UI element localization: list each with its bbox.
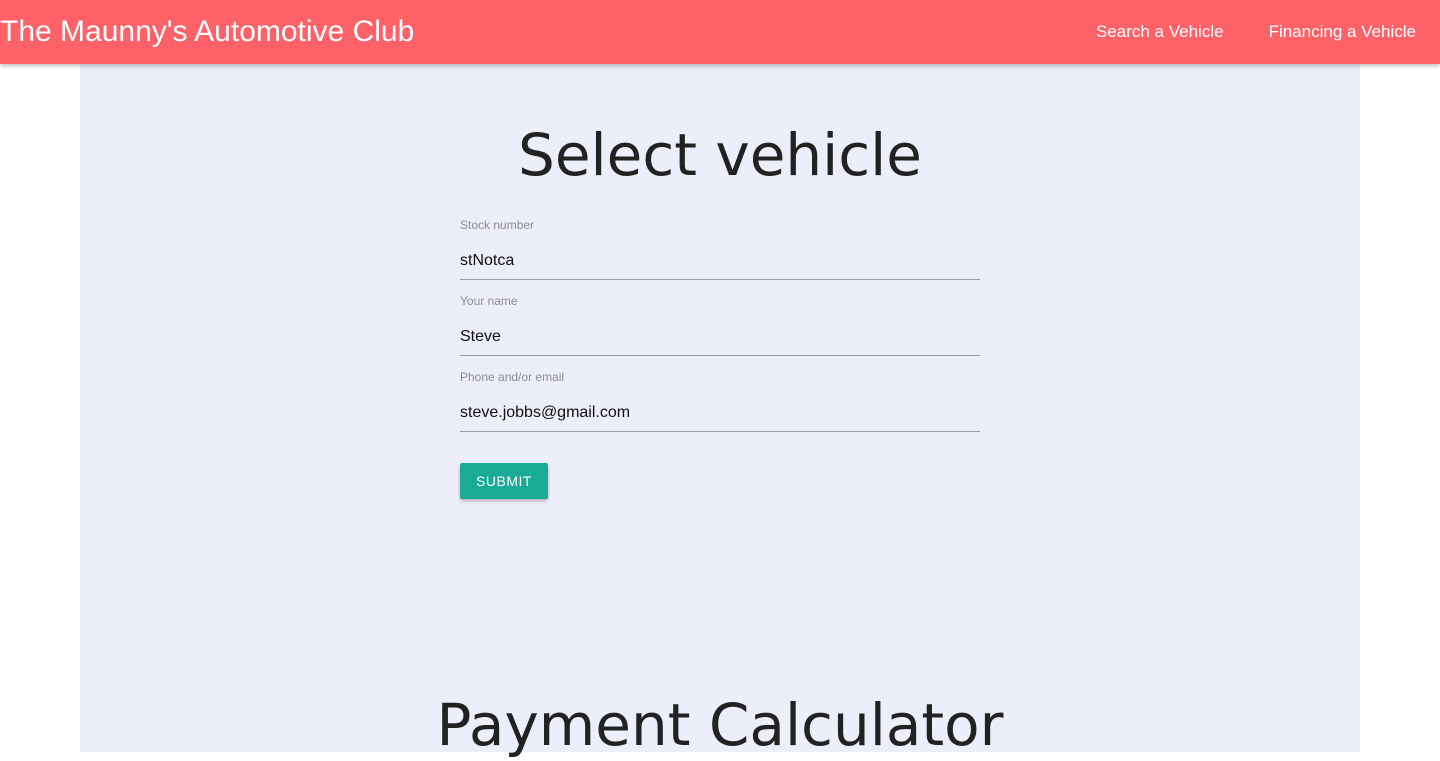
submit-button[interactable]: SUBMIT [460, 463, 548, 499]
stock-number-input[interactable] [460, 242, 980, 280]
select-vehicle-form: Stock number Your name Phone and/or emai… [460, 216, 980, 499]
nav-link-search-vehicle[interactable]: Search a Vehicle [1096, 22, 1224, 42]
payment-calculator-title: Payment Calculator [436, 691, 1004, 759]
nav-link-financing-vehicle[interactable]: Financing a Vehicle [1269, 22, 1416, 42]
your-name-field: Your name [460, 292, 980, 368]
brand-title[interactable]: The Maunny's Automotive Club [0, 13, 414, 51]
stock-number-label: Stock number [460, 218, 535, 232]
select-vehicle-title: Select vehicle [518, 121, 922, 189]
nav-links: Search a Vehicle Financing a Vehicle [1051, 0, 1416, 64]
your-name-input[interactable] [460, 318, 980, 356]
contact-label: Phone and/or email [460, 370, 565, 384]
stock-number-field: Stock number [460, 216, 980, 292]
main-content: Select vehicle Stock number Your name Ph… [80, 64, 1360, 759]
top-navbar: The Maunny's Automotive Club Search a Ve… [0, 0, 1440, 64]
contact-field: Phone and/or email [460, 368, 980, 444]
contact-input[interactable] [460, 394, 980, 432]
your-name-label: Your name [460, 294, 518, 308]
